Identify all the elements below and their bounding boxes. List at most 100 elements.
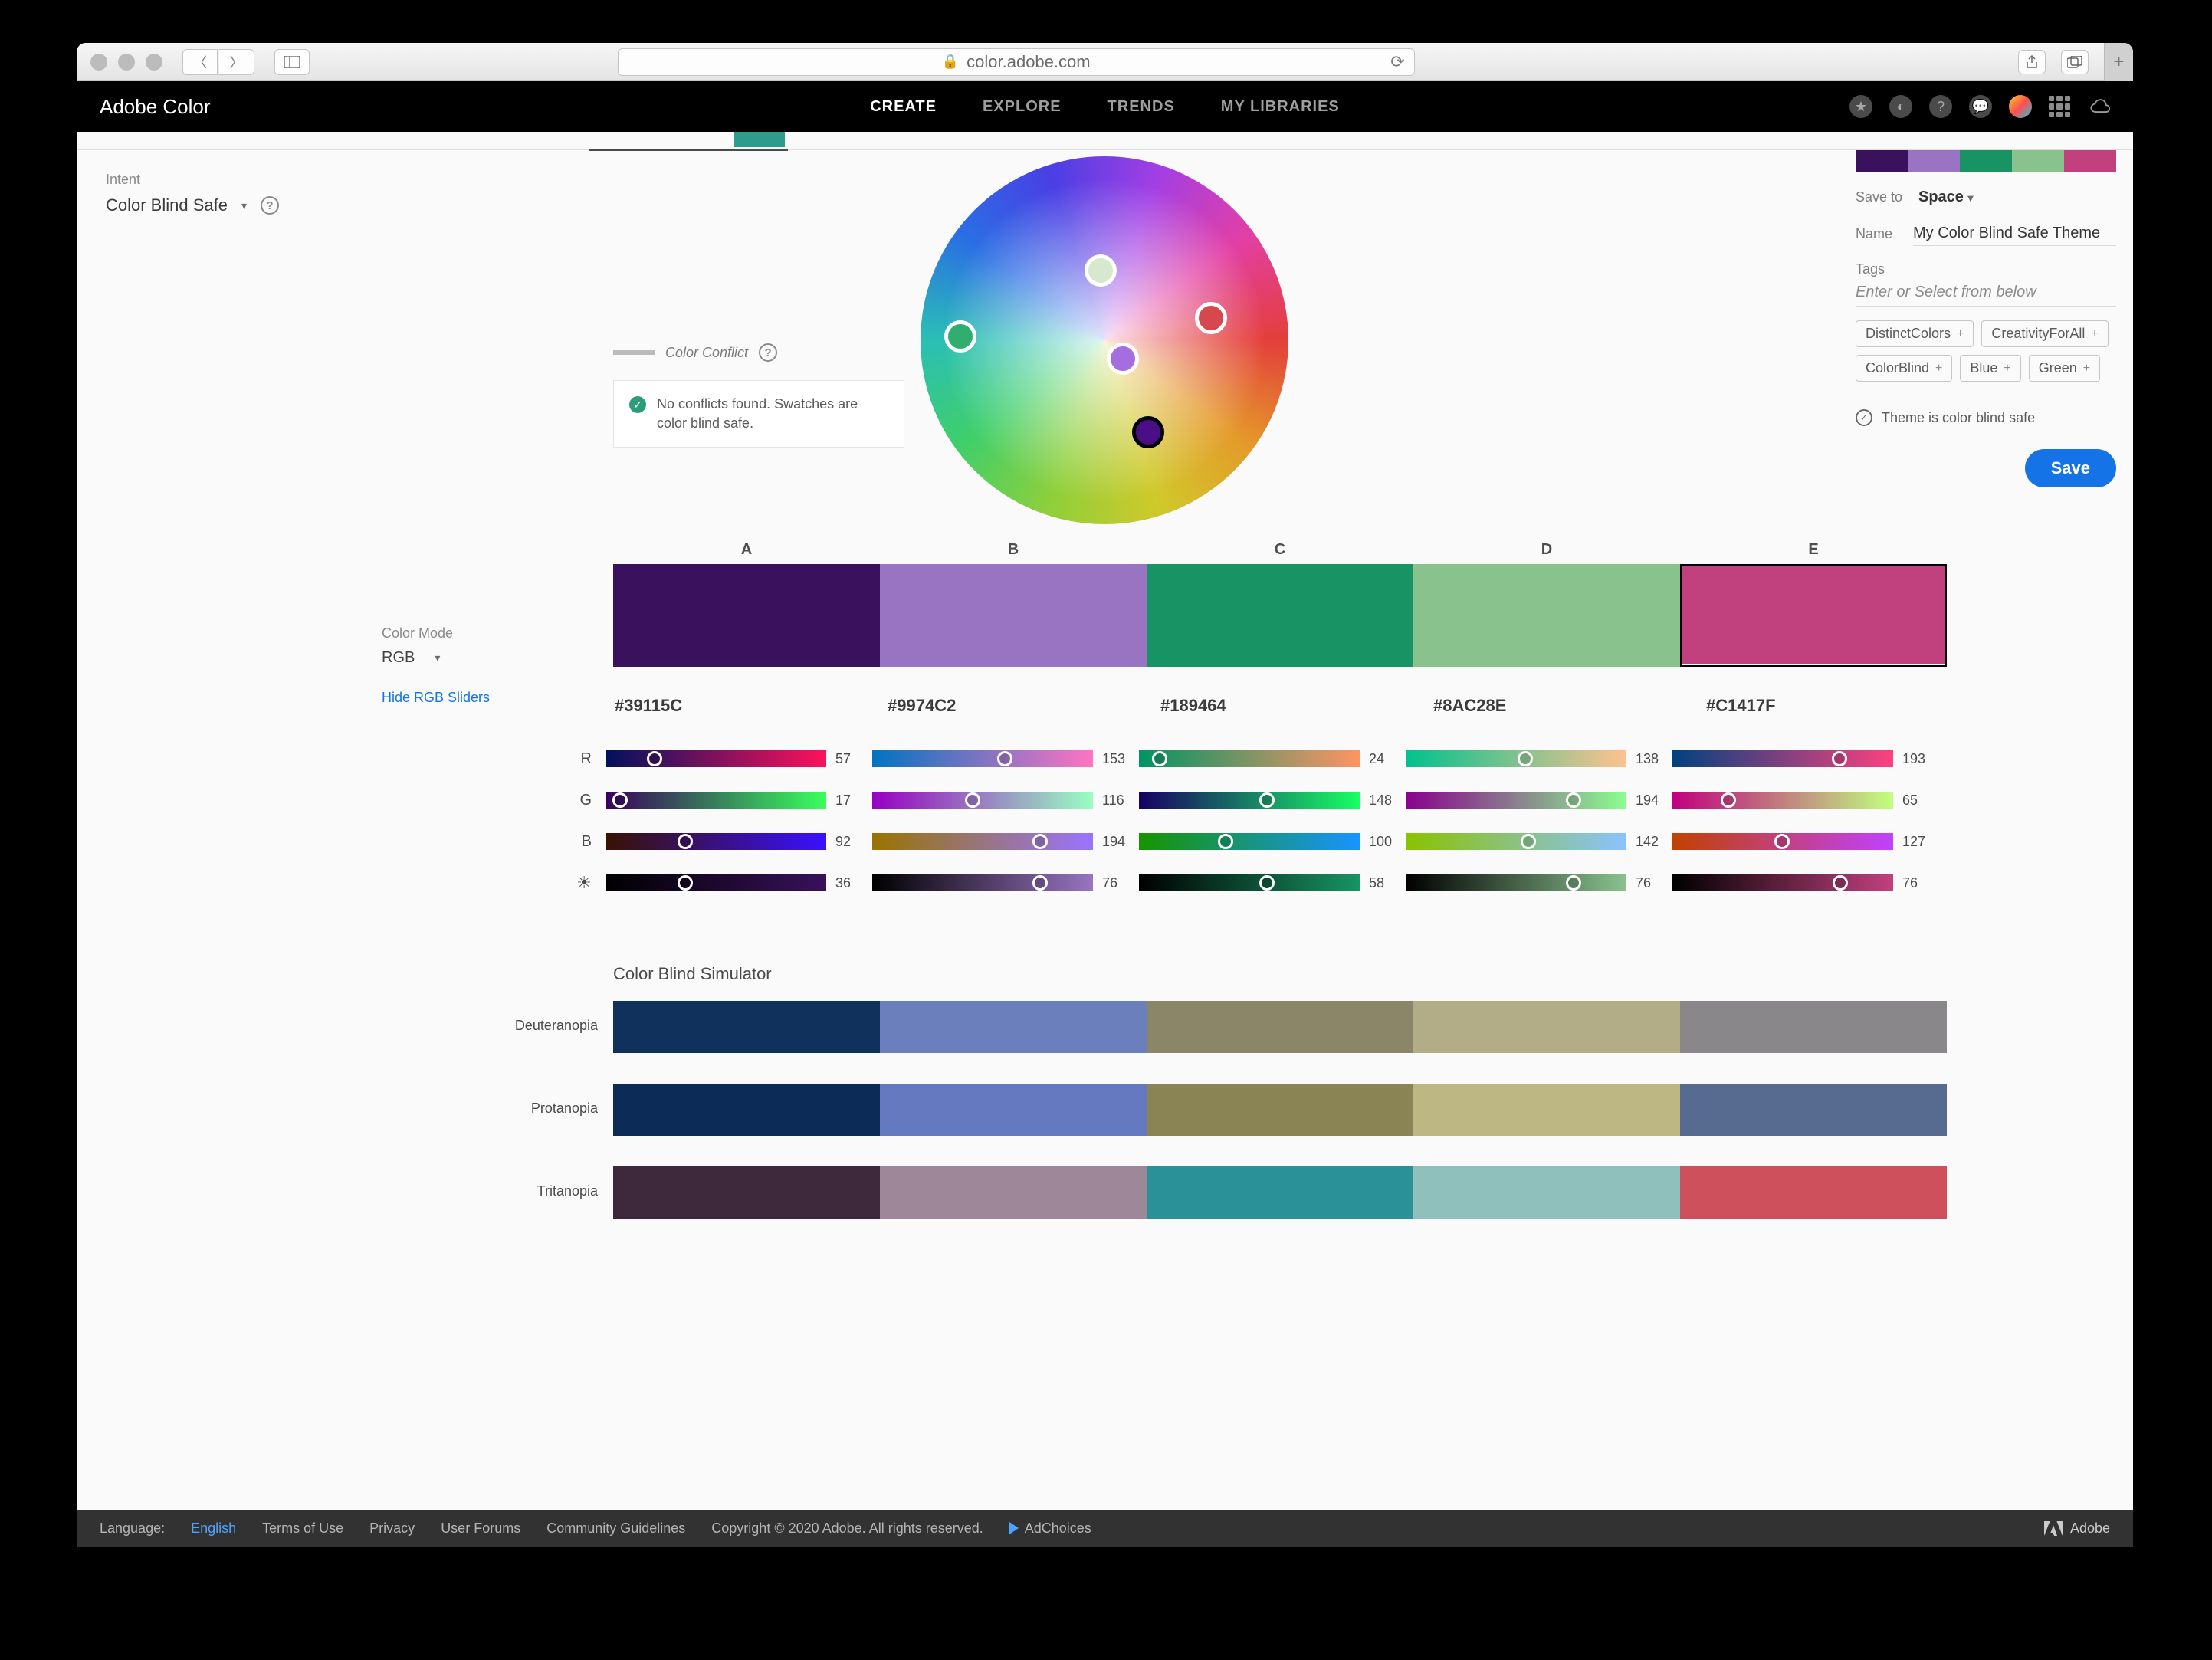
slider-value[interactable]: 76 [1102, 875, 1139, 891]
slider-knob[interactable] [1833, 875, 1848, 891]
slider-knob[interactable] [1259, 875, 1275, 891]
slider-value[interactable]: 142 [1636, 834, 1672, 850]
slider-knob[interactable] [965, 792, 980, 808]
slider-knob[interactable] [1259, 792, 1275, 808]
forward-button[interactable]: 〉 [219, 49, 254, 75]
chat-icon[interactable]: 💬 [1969, 95, 1992, 118]
legCfl�e-help-icon[interactable]: ? [759, 343, 777, 362]
hex-value[interactable]: #9974C2 [886, 696, 1153, 716]
saveto-dropdown[interactable]: Space ▾ [1918, 189, 1974, 206]
app-brand[interactable]: Adobe Color [100, 95, 211, 119]
nav-trends[interactable]: TRENDS [1108, 98, 1175, 116]
picker-handle[interactable] [1085, 254, 1117, 287]
zoom-icon[interactable] [146, 54, 162, 71]
nav-create[interactable]: CREATE [870, 98, 937, 116]
slider-track[interactable] [606, 833, 826, 850]
swatch[interactable] [1680, 564, 1947, 667]
picker-handle[interactable] [1195, 302, 1227, 334]
hex-value[interactable]: #C1417F [1705, 696, 1971, 716]
close-icon[interactable] [90, 54, 107, 71]
slider-track[interactable] [872, 750, 1093, 767]
slider-knob[interactable] [1032, 834, 1048, 849]
hex-value[interactable]: #39115C [613, 696, 880, 716]
slider-knob[interactable] [678, 834, 693, 849]
slider-knob[interactable] [997, 751, 1012, 766]
slider-value[interactable]: 92 [835, 834, 872, 850]
intent-dropdown[interactable]: Color Blind Safe [106, 195, 228, 215]
slider-track[interactable] [1406, 833, 1626, 850]
slider-track[interactable] [1672, 874, 1893, 891]
swatch[interactable] [613, 564, 880, 667]
slider-value[interactable]: 65 [1902, 792, 1939, 809]
slider-track[interactable] [872, 833, 1093, 850]
slider-value[interactable]: 193 [1902, 751, 1939, 767]
footer-terms[interactable]: Terms of Use [262, 1521, 343, 1537]
help-icon[interactable]: ? [1929, 95, 1952, 118]
color-wheel[interactable] [921, 156, 1288, 524]
slider-value[interactable]: 153 [1102, 751, 1139, 767]
slider-track[interactable] [1139, 874, 1360, 891]
tabs-icon[interactable] [2061, 50, 2089, 74]
slider-knob[interactable] [647, 751, 662, 766]
swatch[interactable] [1147, 564, 1413, 667]
back-button[interactable]: 〈 [182, 49, 218, 75]
slider-track[interactable] [1672, 833, 1893, 850]
star-icon[interactable]: ★ [1849, 95, 1872, 118]
tags-input[interactable]: Enter or Select from below [1856, 284, 2116, 307]
picker-handle[interactable] [944, 320, 976, 353]
cloud-icon[interactable] [2087, 95, 2110, 118]
slider-track[interactable] [872, 874, 1093, 891]
tag-chip[interactable]: Blue + [1960, 355, 2020, 382]
share-icon[interactable] [2018, 50, 2046, 74]
slider-track[interactable] [1406, 750, 1626, 767]
slider-value[interactable]: 24 [1369, 751, 1406, 767]
slider-track[interactable] [606, 750, 826, 767]
slider-value[interactable]: 76 [1636, 875, 1672, 891]
footer-guidelines[interactable]: Community Guidelines [546, 1521, 685, 1537]
slider-track[interactable] [872, 792, 1093, 809]
slider-knob[interactable] [1518, 751, 1533, 766]
hide-sliders-link[interactable]: Hide RGB Sliders [382, 690, 490, 706]
slider-value[interactable]: 76 [1902, 875, 1939, 891]
slider-value[interactable]: 194 [1636, 792, 1672, 809]
slider-knob[interactable] [1566, 792, 1581, 808]
slider-value[interactable]: 17 [835, 792, 872, 809]
hex-value[interactable]: #189464 [1159, 696, 1426, 716]
slider-knob[interactable] [1032, 875, 1048, 891]
slider-track[interactable] [1672, 792, 1893, 809]
slider-track[interactable] [1406, 792, 1626, 809]
save-button[interactable]: Save [2025, 449, 2116, 487]
chevron-down-icon[interactable]: ▾ [241, 199, 247, 212]
refresh-icon[interactable]: ⟳ [1390, 52, 1404, 72]
intent-help-icon[interactable]: ? [261, 196, 279, 215]
nav-explore[interactable]: EXPLORE [983, 98, 1062, 116]
slider-value[interactable]: 58 [1369, 875, 1406, 891]
footer-privacy[interactable]: Privacy [369, 1521, 415, 1537]
color-mode-dropdown[interactable]: RGB ▾ [382, 649, 583, 667]
slider-knob[interactable] [1521, 834, 1536, 849]
tag-chip[interactable]: ColorBlind + [1856, 355, 1952, 382]
slider-track[interactable] [1406, 874, 1626, 891]
picker-handle-selected[interactable] [1132, 416, 1164, 448]
tag-chip[interactable]: CreativityForAll + [1981, 320, 2108, 347]
swatch[interactable] [880, 564, 1147, 667]
slider-value[interactable]: 138 [1636, 751, 1672, 767]
slider-value[interactable]: 36 [835, 875, 872, 891]
footer-language-value[interactable]: English [191, 1521, 236, 1537]
slider-value[interactable]: 116 [1102, 792, 1139, 809]
slider-track[interactable] [606, 874, 826, 891]
slider-track[interactable] [1139, 792, 1360, 809]
sidebar-toggle-icon[interactable] [274, 49, 310, 75]
hex-value[interactable]: #8AC28E [1432, 696, 1698, 716]
theme-name-input[interactable] [1913, 221, 2116, 246]
slider-track[interactable] [1672, 750, 1893, 767]
slider-knob[interactable] [612, 792, 628, 808]
slider-track[interactable] [606, 792, 826, 809]
tag-chip[interactable]: DistinctColors + [1856, 320, 1974, 347]
new-tab-button[interactable]: + [2104, 43, 2133, 81]
slider-knob[interactable] [1774, 834, 1790, 849]
minimize-icon[interactable] [118, 54, 135, 71]
slider-track[interactable] [1139, 833, 1360, 850]
slider-value[interactable]: 57 [835, 751, 872, 767]
window-controls[interactable] [90, 54, 162, 71]
